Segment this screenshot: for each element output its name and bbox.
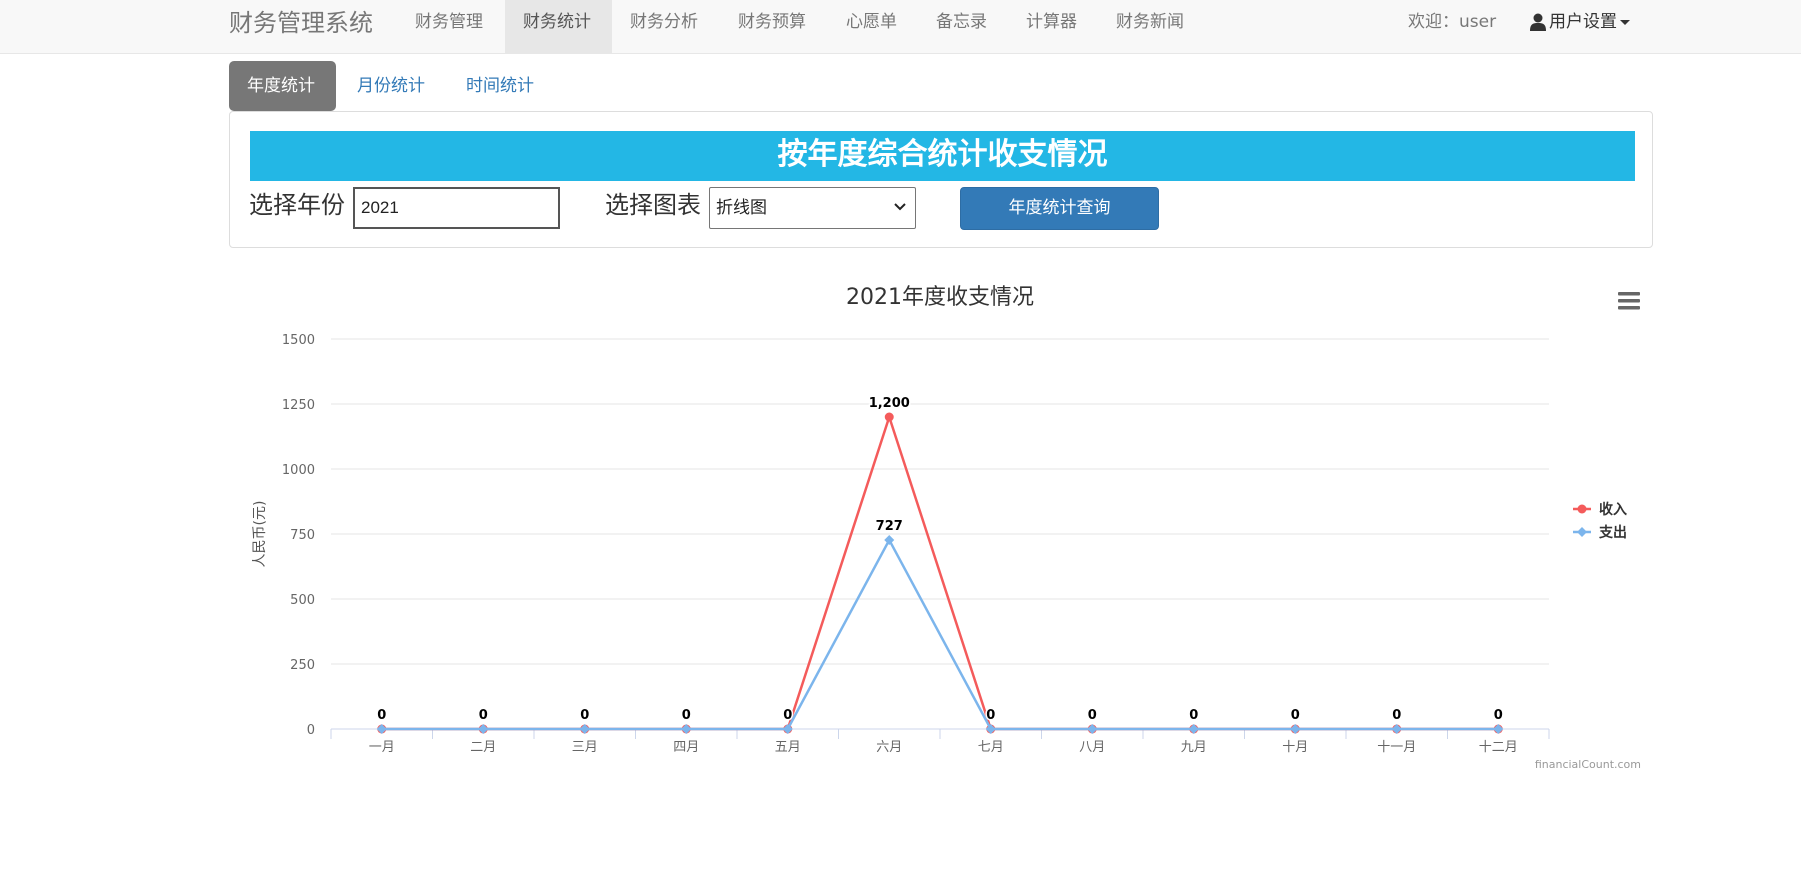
data-point [681,724,692,734]
data-point [579,724,590,734]
legend-marker [1577,527,1587,537]
x-tick-label: 十一月 [1377,740,1416,755]
y-tick-label: 1500 [282,333,315,348]
data-label: 0 [1291,708,1300,723]
y-axis-label: 人民币(元) [252,501,268,568]
x-tick-label: 二月 [470,740,496,755]
series-line [381,412,1499,731]
user-icon [1530,13,1546,31]
data-label: 0 [1088,708,1097,723]
chart-title: 2021年度收支情况 [846,285,1034,310]
series-income: 0 0 0 0 01,2000 0 0 0 0 0 [376,395,1504,734]
y-tick-label: 1250 [282,398,315,413]
data-point [884,412,894,422]
data-label: 0 [479,708,488,723]
data-point [376,724,387,734]
y-ticks: 0 250 500 750 1000 1250 1500 [282,333,315,738]
x-tick-label: 十月 [1282,740,1308,755]
tab-monthly[interactable]: 月份统计 [339,61,443,111]
nav-item-finance-budget[interactable]: 财务预算 [720,0,824,53]
data-point [478,724,489,734]
legend-label: 收入 [1599,501,1627,518]
tab-time[interactable]: 时间统计 [448,61,552,111]
chart-type-label: 选择图表 [605,191,701,219]
chart-type-select[interactable]: 折线图 [709,187,916,229]
x-ticks: 一月 二月 三月 四月 五月 六月 七月 八月 九月 十月 十一月 十二月 [330,729,1550,755]
chart-menu-icon[interactable] [1618,292,1640,310]
data-label: 0 [580,708,589,723]
chart-type-value: 折线图 [716,198,767,218]
year-label: 选择年份 [249,191,345,219]
y-tick-label: 1000 [282,463,315,478]
line-chart: 2021年度收支情况 人民币(元) 0 250 500 750 1000 1250 1500… [252,285,1641,771]
legend-item-expense[interactable]: 支出 [1573,524,1627,541]
data-point [1493,724,1504,734]
nav-item-finance-analysis[interactable]: 财务分析 [612,0,716,53]
data-point [1188,724,1199,734]
data-point [1087,724,1098,734]
query-panel: 按年度综合统计收支情况 选择年份 选择图表 折线图 年度统计查询 [229,111,1653,248]
data-label: 0 [1392,708,1401,723]
navbar: 财务管理系统 财务管理 财务统计 财务分析 财务预算 心愿单 备忘录 计算器 财… [0,0,1801,54]
data-label: 727 [876,519,903,534]
welcome-text: 欢迎：user [1408,12,1497,32]
data-point [884,534,895,545]
x-tick-label: 三月 [572,740,598,755]
data-label: 0 [682,708,691,723]
x-tick-label: 七月 [978,740,1004,755]
x-tick-label: 九月 [1181,740,1207,755]
user-settings-label: 用户设置 [1549,12,1617,32]
x-tick-label: 四月 [673,740,699,755]
yearly-query-button[interactable]: 年度统计查询 [960,187,1159,230]
nav-item-memo[interactable]: 备忘录 [918,0,1005,53]
x-tick-label: 一月 [369,740,395,755]
year-input[interactable] [353,187,560,229]
nav-item-calculator[interactable]: 计算器 [1008,0,1095,53]
x-tick-label: 五月 [775,740,801,755]
legend-marker [1577,504,1587,514]
data-label: 0 [377,708,386,723]
data-label: 1,200 [869,396,910,411]
data-point [985,724,996,734]
nav-item-finance-statistics[interactable]: 财务统计 [505,0,612,53]
legend-item-income[interactable]: 收入 [1573,501,1627,518]
data-point [1290,724,1301,734]
x-tick-label: 八月 [1079,740,1105,755]
y-tick-label: 500 [290,593,315,608]
user-settings-dropdown[interactable]: 用户设置 [1530,0,1630,44]
series-line [381,537,1499,731]
tab-yearly[interactable]: 年度统计 [229,61,336,111]
y-tick-label: 750 [290,528,315,543]
chevron-down-icon [894,203,906,211]
y-tick-label: 250 [290,658,315,673]
x-tick-label: 六月 [876,740,902,755]
chart-credits[interactable]: financialCount.com [1535,758,1641,771]
data-point [782,724,793,734]
nav-item-wishlist[interactable]: 心愿单 [828,0,915,53]
legend-label: 支出 [1598,524,1627,541]
grid [331,338,1549,730]
brand[interactable]: 财务管理系统 [229,8,373,38]
series-layer: 0 0 0 0 01,2000 0 0 0 0 0727 [376,395,1504,734]
nav-item-finance-management[interactable]: 财务管理 [397,0,501,53]
caret-down-icon [1620,19,1630,25]
data-label: 0 [1189,708,1198,723]
data-point [1391,724,1402,734]
series-expense: 727 [376,517,1504,734]
nav-item-finance-news[interactable]: 财务新闻 [1098,0,1202,53]
legend: 收入支出 [1573,501,1627,541]
x-tick-label: 十二月 [1479,740,1518,755]
y-tick-label: 0 [307,723,315,738]
data-label: 0 [1494,708,1503,723]
panel-banner: 按年度综合统计收支情况 [250,131,1635,181]
